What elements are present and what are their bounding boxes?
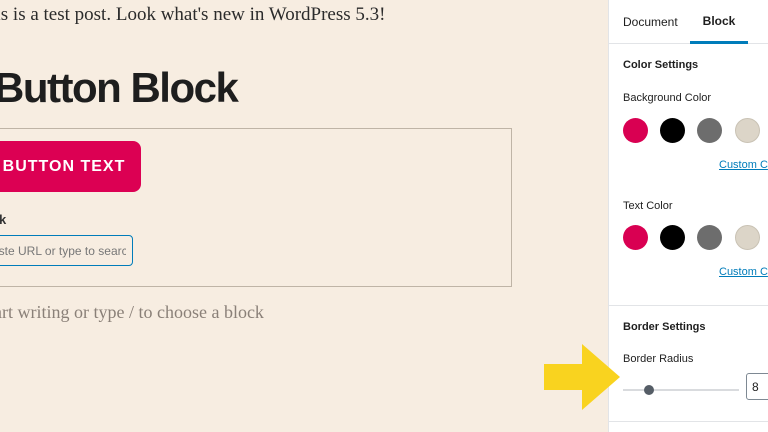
border-radius-slider[interactable] — [623, 382, 739, 398]
tab-block[interactable]: Block — [690, 0, 748, 44]
paragraph-text[interactable]: his is a test post. Look what's new in W… — [0, 4, 385, 26]
border-radius-label: Border Radius — [623, 353, 694, 365]
link-label: nk — [0, 212, 7, 227]
button-preview[interactable]: BUTTON TEXT — [0, 141, 141, 192]
heading-block[interactable]: Button Block — [0, 64, 239, 112]
slider-track — [623, 389, 739, 391]
url-input[interactable] — [0, 235, 133, 266]
border-settings-panel: Border Settings Border Radius — [609, 306, 768, 422]
border-radius-input[interactable] — [746, 373, 768, 400]
slider-thumb[interactable] — [644, 385, 655, 395]
editor-canvas: his is a test post. Look what's new in W… — [0, 0, 608, 432]
block-placeholder[interactable]: art writing or type / to choose a block — [0, 302, 264, 323]
color-swatch[interactable] — [623, 225, 648, 250]
custom-text-color-link[interactable]: Custom C — [719, 266, 768, 278]
border-settings-title[interactable]: Border Settings — [623, 321, 706, 333]
text-color-label: Text Color — [623, 200, 673, 212]
color-swatch[interactable] — [735, 118, 760, 143]
settings-sidebar: Document Block Color Settings Background… — [608, 0, 768, 432]
button-block[interactable]: BUTTON TEXT nk — [0, 128, 512, 287]
color-swatch[interactable] — [735, 225, 760, 250]
color-swatch[interactable] — [660, 118, 685, 143]
color-swatch[interactable] — [660, 225, 685, 250]
sidebar-tabs: Document Block — [609, 0, 768, 44]
background-color-label: Background Color — [623, 92, 712, 104]
background-color-palette — [623, 118, 768, 144]
color-swatch[interactable] — [623, 118, 648, 143]
color-swatch[interactable] — [697, 225, 722, 250]
color-swatch[interactable] — [697, 118, 722, 143]
custom-background-color-link[interactable]: Custom C — [719, 159, 768, 171]
arrow-right-icon — [544, 344, 620, 410]
text-color-palette — [623, 225, 768, 251]
color-settings-panel: Color Settings Background Color Custom C… — [609, 44, 768, 306]
color-settings-title[interactable]: Color Settings — [623, 59, 698, 71]
tab-document[interactable]: Document — [623, 0, 678, 44]
